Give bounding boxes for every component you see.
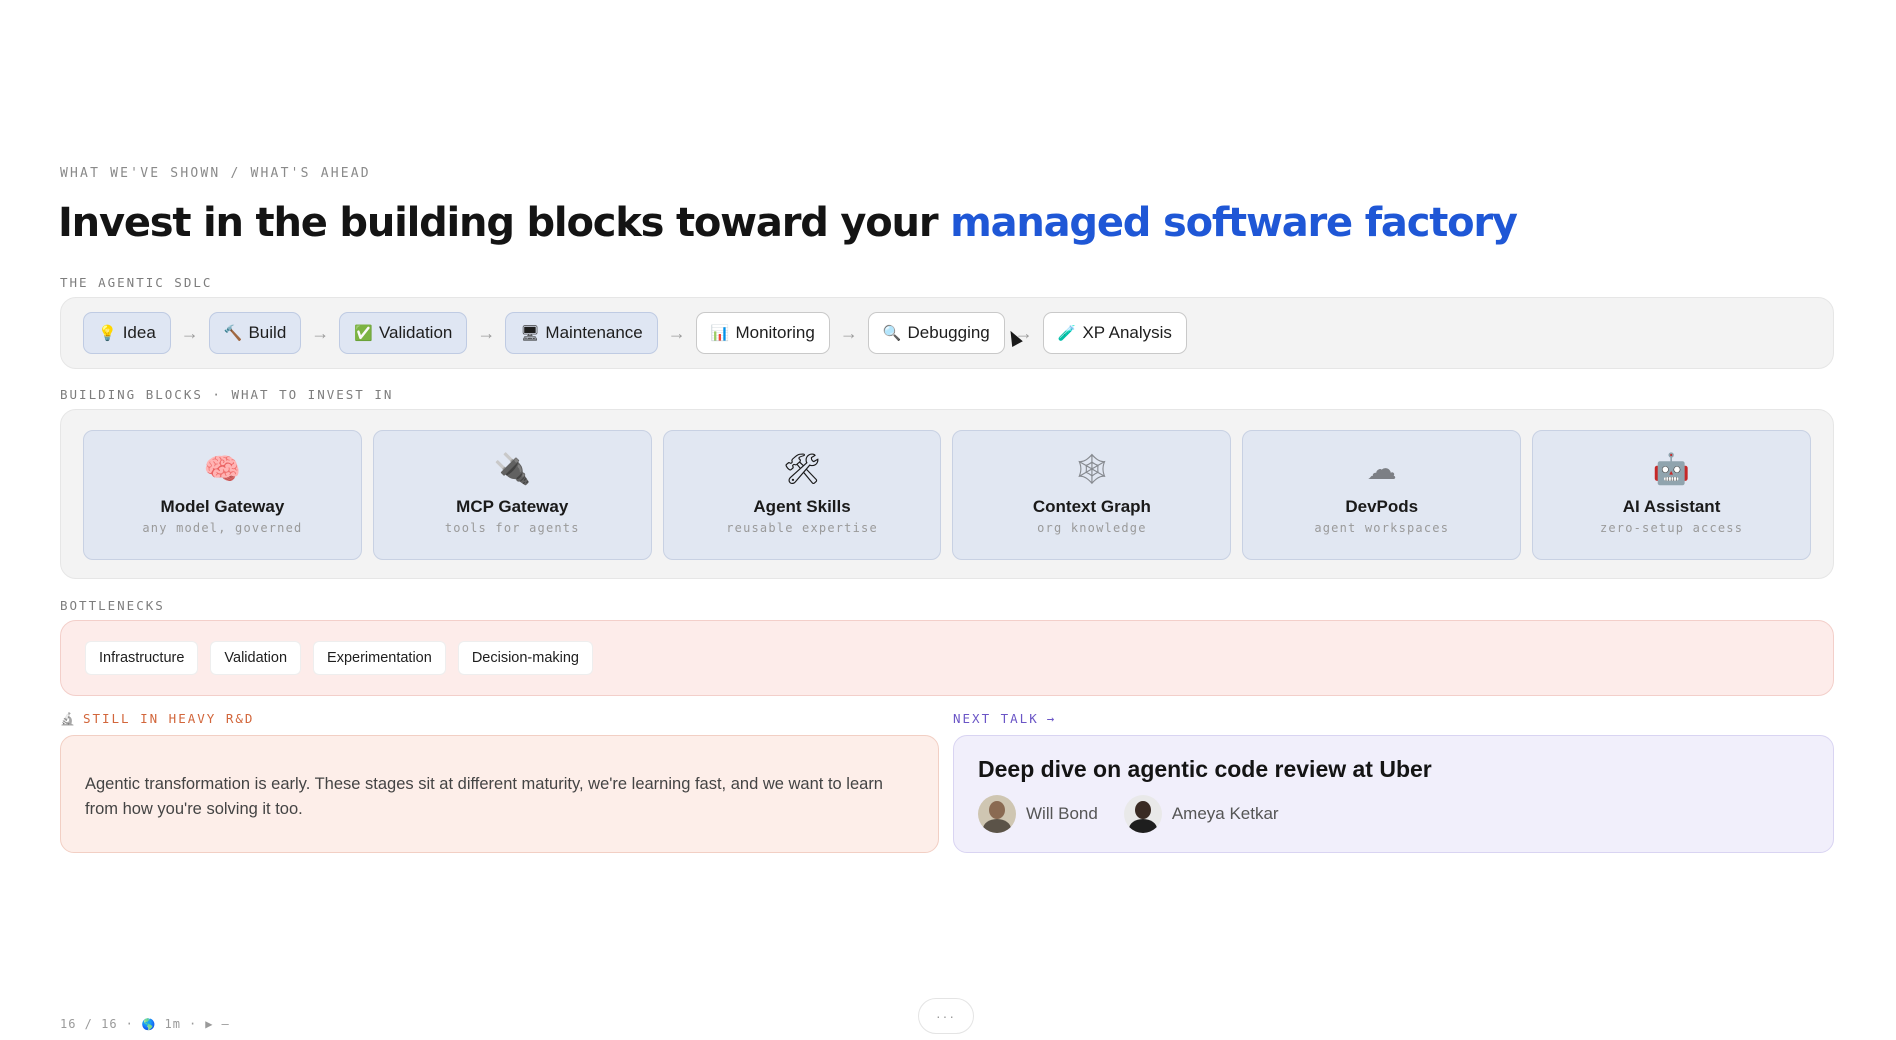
arrow-right-icon: → (1046, 711, 1057, 726)
dash: – (221, 1017, 230, 1031)
stage-maintenance[interactable]: 🖥 Maintenance (505, 312, 658, 354)
play-icon[interactable]: ▶ (205, 1017, 213, 1031)
block-mcp-gateway[interactable]: 🔌 MCP Gateway tools for agents (372, 430, 652, 560)
stage-label: Debugging (907, 323, 990, 342)
block-title: MCP Gateway (456, 497, 569, 516)
magnifier-icon: 🔍 (882, 324, 902, 342)
lightbulb-icon: 💡 (98, 324, 117, 342)
stage-label: Build (248, 323, 287, 342)
microscope-icon: 🔬 (60, 711, 77, 726)
arrow-icon: → (180, 322, 199, 343)
check-icon: ✅ (354, 324, 373, 342)
globe-icon: 🌎 (141, 1017, 157, 1031)
block-model-gateway[interactable]: 🧠 Model Gateway any model, governed (83, 430, 362, 560)
stage-xp-analysis[interactable]: 🧪 XP Analysis (1042, 312, 1187, 354)
avatar (1123, 795, 1162, 833)
title-main: Invest in the building blocks toward you… (58, 200, 951, 246)
stage-label: XP Analysis (1082, 323, 1172, 342)
building-blocks-label: BUILDING BLOCKS · WHAT TO INVEST IN (60, 387, 394, 402)
block-title: DevPods (1345, 497, 1419, 516)
cloud-icon: ☁ (1366, 453, 1397, 486)
brain-icon: 🧠 (203, 453, 242, 486)
next-talk-label-text: NEXT TALK (953, 711, 1039, 726)
speaker-name: Ameya Ketkar (1171, 804, 1279, 823)
speaker-name: Will Bond (1026, 804, 1098, 823)
monitor-icon: 🖥 (520, 324, 540, 342)
building-blocks: 🧠 Model Gateway any model, governed 🔌 MC… (60, 409, 1834, 579)
page-title: Invest in the building blocks toward you… (58, 200, 1518, 246)
bottleneck-chip: Validation (210, 641, 302, 675)
tools-icon: 🛠 (783, 453, 822, 486)
robot-icon: 🤖 (1652, 453, 1691, 486)
stage-monitoring[interactable]: 📊 Monitoring (695, 312, 830, 354)
block-agent-skills[interactable]: 🛠 Agent Skills reusable expertise (662, 430, 942, 560)
speakers: Will Bond Ameya Ketkar (978, 795, 1809, 833)
block-subtitle: agent workspaces (1314, 521, 1450, 535)
separator: · (125, 1017, 134, 1031)
next-talk-title: Deep dive on agentic code review at Uber (978, 756, 1432, 782)
sdlc-label: THE AGENTIC SDLC (60, 275, 213, 290)
separator: · (188, 1017, 198, 1031)
stage-label: Validation (378, 323, 453, 342)
block-devpods[interactable]: ☁ DevPods agent workspaces (1242, 430, 1522, 560)
block-title: Context Graph (1032, 497, 1151, 516)
arrow-icon: → (667, 322, 686, 343)
avatar (978, 795, 1016, 833)
plug-icon: 🔌 (493, 453, 531, 486)
arrow-icon: → (477, 322, 496, 343)
block-title: Model Gateway (160, 497, 285, 516)
arrow-icon: → (311, 322, 330, 343)
eyebrow: WHAT WE'VE SHOWN / WHAT'S AHEAD (60, 166, 371, 181)
stage-build[interactable]: 🔨 Build (208, 312, 302, 354)
bottlenecks-label: BOTTLENECKS (60, 598, 165, 613)
stage-label: Maintenance (545, 323, 643, 342)
stage-debugging[interactable]: 🔍 Debugging (867, 312, 1005, 354)
bar-chart-icon: 📊 (710, 324, 730, 342)
bottleneck-chip: Decision-making (457, 641, 593, 675)
bottleneck-chip: Infrastructure (85, 641, 199, 675)
rnd-card: Agentic transformation is early. These s… (60, 735, 939, 853)
block-subtitle: tools for agents (444, 521, 580, 535)
speaker: Will Bond (978, 795, 1098, 833)
title-accent: managed software factory (950, 200, 1518, 246)
next-talk-card[interactable]: Deep dive on agentic code review at Uber… (953, 735, 1834, 853)
arrow-icon: → (839, 322, 858, 343)
next-talk-label[interactable]: NEXT TALK → (953, 711, 1056, 726)
block-subtitle: zero-setup access (1599, 521, 1744, 535)
test-tube-icon: 🧪 (1057, 324, 1077, 342)
more-button[interactable]: ··· (918, 998, 974, 1034)
stage-idea[interactable]: 💡 Idea (83, 312, 171, 354)
block-subtitle: reusable expertise (726, 521, 878, 535)
duration: 1m (164, 1017, 181, 1031)
bottleneck-chip: Experimentation (313, 641, 446, 675)
stage-label: Monitoring (735, 323, 815, 342)
block-ai-assistant[interactable]: 🤖 AI Assistant zero-setup access (1532, 430, 1811, 560)
rnd-text: Agentic transformation is early. These s… (85, 775, 883, 818)
rnd-label-text: STILL IN HEAVY R&D (82, 711, 255, 726)
block-title: AI Assistant (1622, 497, 1721, 516)
stage-label: Idea (122, 323, 156, 342)
rnd-label: 🔬 STILL IN HEAVY R&D (60, 711, 254, 726)
stage-validation[interactable]: ✅ Validation (339, 312, 468, 354)
block-title: Agent Skills (753, 497, 851, 516)
block-subtitle: org knowledge (1037, 521, 1147, 535)
speaker: Ameya Ketkar (1123, 795, 1279, 833)
hammer-icon: 🔨 (223, 324, 243, 342)
block-context-graph[interactable]: 🕸 Context Graph org knowledge (952, 430, 1232, 560)
block-subtitle: any model, governed (142, 521, 303, 535)
footer: 16 / 16 · 🌎 1m · ▶ – (60, 1017, 230, 1031)
web-icon: 🕸 (1072, 453, 1111, 486)
slide: WHAT WE'VE SHOWN / WHAT'S AHEAD Invest i… (0, 0, 1896, 1040)
sdlc-pipeline: 💡 Idea → 🔨 Build → ✅ Validation → 🖥 Maintena… (60, 297, 1834, 369)
bottlenecks-panel: Infrastructure Validation Experimentatio… (60, 620, 1834, 696)
page-counter: 16 / 16 (60, 1017, 118, 1031)
